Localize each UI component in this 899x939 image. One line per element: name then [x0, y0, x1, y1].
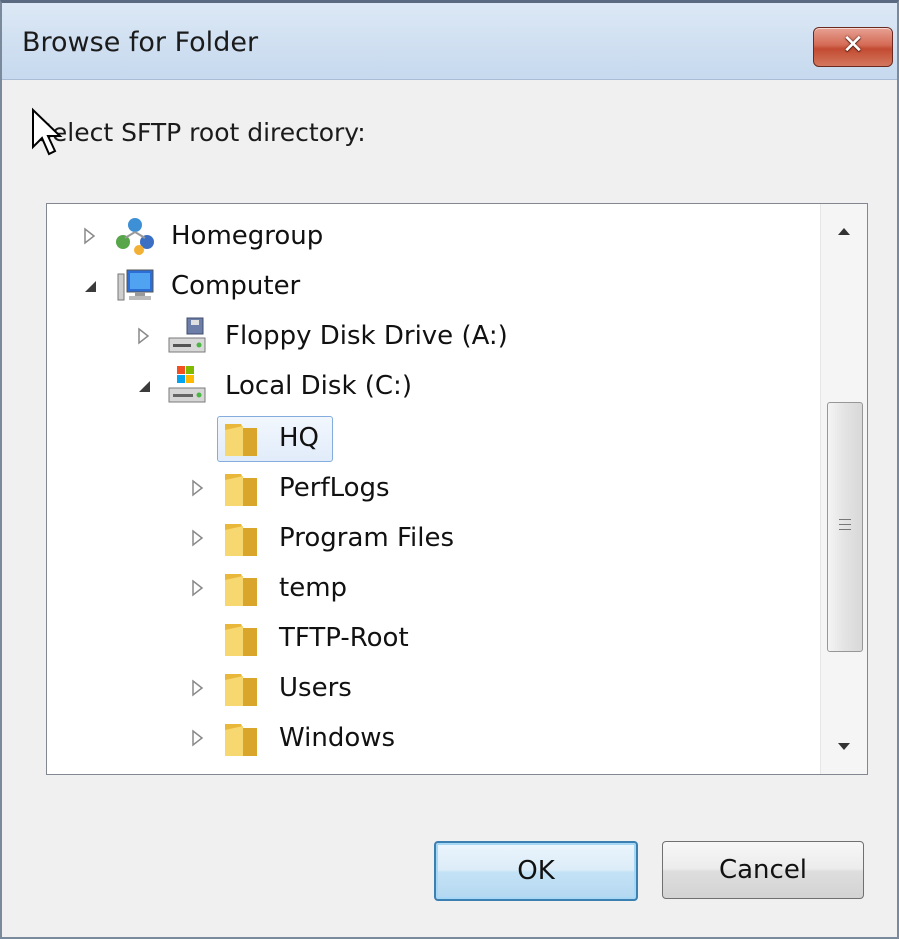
- tree-item-label: Computer: [171, 271, 301, 301]
- scroll-down-button[interactable]: [821, 724, 867, 770]
- folder-icon: [225, 524, 257, 556]
- browse-for-folder-dialog: Browse for Folder ✕ Select SFTP root dir…: [0, 0, 899, 939]
- tree-item-label: HQ: [279, 423, 320, 453]
- scroll-down-icon: [838, 743, 850, 750]
- expand-arrow-icon[interactable]: [187, 527, 209, 549]
- tree-item-homegroup[interactable]: Homegroup: [47, 214, 807, 258]
- folder-icon: [225, 724, 257, 756]
- expand-arrow-icon[interactable]: [187, 477, 209, 499]
- folder-tree[interactable]: Homegroup Computer Floppy Disk Drive (A:…: [46, 203, 868, 775]
- close-button[interactable]: ✕: [813, 27, 893, 67]
- tree-item-tftp-root[interactable]: TFTP-Root: [47, 616, 807, 660]
- tree-item-label: Windows: [279, 723, 396, 753]
- expand-arrow-icon[interactable]: [79, 225, 101, 247]
- floppy-drive-icon: [168, 317, 206, 353]
- cancel-button[interactable]: Cancel: [662, 841, 864, 899]
- scroll-up-button[interactable]: [821, 208, 867, 254]
- folder-icon: [225, 474, 257, 506]
- vertical-scrollbar[interactable]: [820, 204, 867, 774]
- tree-item-hq[interactable]: HQ: [47, 416, 807, 460]
- expand-arrow-icon[interactable]: [187, 727, 209, 749]
- tree-item-computer[interactable]: Computer: [47, 264, 807, 308]
- title-bar[interactable]: Browse for Folder ✕: [2, 3, 897, 80]
- tree-item-label: Program Files: [279, 523, 455, 553]
- scroll-up-icon: [838, 228, 850, 235]
- tree-item-label: Local Disk (C:): [225, 371, 412, 401]
- scrollbar-grip-icon: [839, 519, 851, 534]
- expand-arrow-icon[interactable]: [187, 677, 209, 699]
- tree-item-label: temp: [279, 573, 348, 603]
- tree-item-label: PerfLogs: [279, 473, 390, 503]
- tree-item-users[interactable]: Users: [47, 666, 807, 710]
- local-disk-icon: [168, 366, 206, 403]
- tree-item-label: Users: [279, 673, 352, 703]
- tree-item-windows[interactable]: Windows: [47, 716, 807, 760]
- tree-item-local-disk[interactable]: Local Disk (C:): [47, 364, 807, 408]
- mouse-cursor-icon: [32, 107, 63, 156]
- expand-arrow-icon[interactable]: [187, 577, 209, 599]
- prompt-label: Select SFTP root directory:: [36, 118, 366, 147]
- scrollbar-thumb[interactable]: [827, 402, 863, 652]
- tree-item-label: TFTP-Root: [279, 623, 409, 653]
- computer-icon: [117, 269, 154, 301]
- tree-item-perflogs[interactable]: PerfLogs: [47, 466, 807, 510]
- folder-icon: [225, 674, 257, 706]
- folder-icon: [225, 624, 257, 656]
- collapse-arrow-icon[interactable]: [133, 375, 155, 397]
- ok-button[interactable]: OK: [434, 841, 638, 901]
- tree-item-program-files[interactable]: Program Files: [47, 516, 807, 560]
- homegroup-icon: [116, 218, 154, 255]
- folder-icon: [225, 424, 257, 456]
- tree-item-label: Floppy Disk Drive (A:): [225, 321, 508, 351]
- tree-item-temp[interactable]: temp: [47, 566, 807, 610]
- window-title: Browse for Folder: [22, 27, 259, 58]
- tree-item-floppy-drive[interactable]: Floppy Disk Drive (A:): [47, 314, 807, 358]
- folder-icon: [225, 574, 257, 606]
- close-icon: ✕: [842, 30, 864, 60]
- collapse-arrow-icon[interactable]: [79, 275, 101, 297]
- expand-arrow-icon[interactable]: [133, 325, 155, 347]
- tree-item-label: Homegroup: [171, 221, 324, 251]
